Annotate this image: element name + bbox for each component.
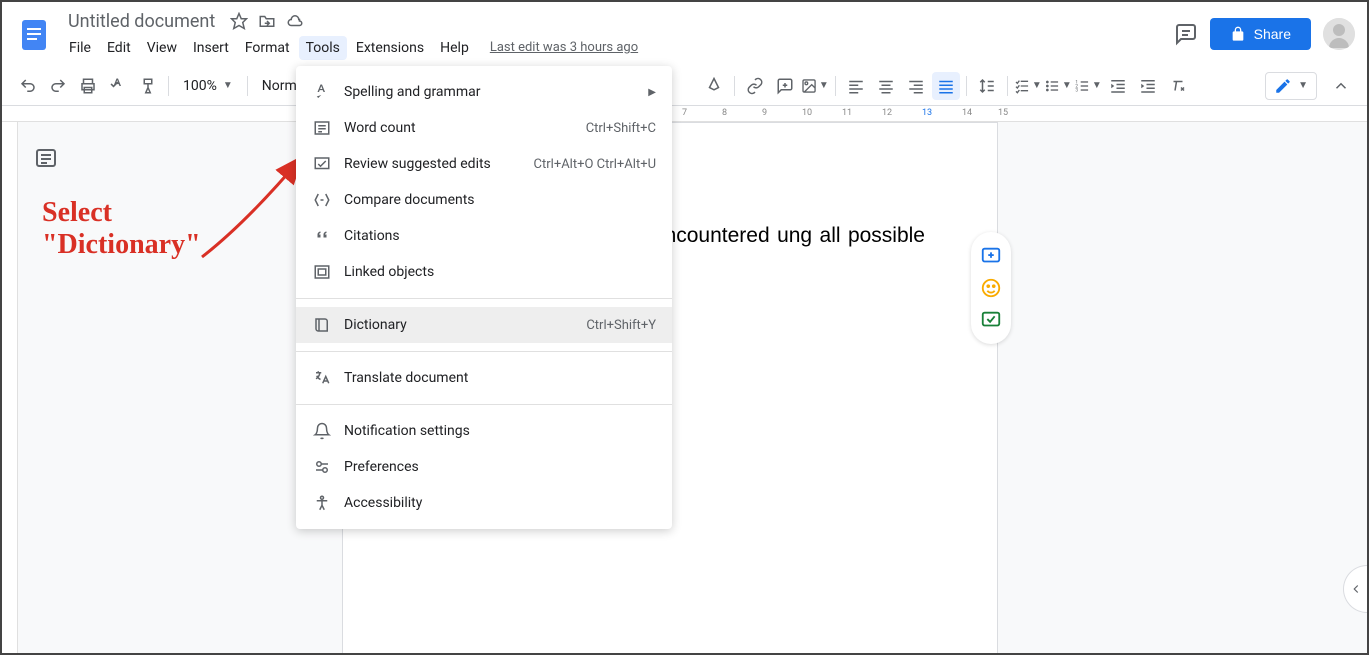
- add-comment-side-icon[interactable]: [979, 244, 1003, 268]
- menu-spelling-grammar[interactable]: Spelling and grammar ▶: [296, 74, 672, 110]
- menu-file[interactable]: File: [62, 36, 98, 60]
- side-actions-panel: [971, 232, 1011, 344]
- menu-dictionary[interactable]: Dictionary Ctrl+Shift+Y: [296, 307, 672, 343]
- menu-view[interactable]: View: [140, 36, 184, 60]
- separator: [168, 76, 169, 96]
- toolbar: 100%▼ Normal ▼ ▼ ▼ 123▼ ▼: [2, 66, 1367, 106]
- menu-divider: [296, 351, 672, 352]
- share-button[interactable]: Share: [1210, 18, 1311, 50]
- separator: [835, 76, 836, 96]
- menu-compare-docs[interactable]: Compare documents: [296, 182, 672, 218]
- separator: [966, 76, 967, 96]
- menu-insert[interactable]: Insert: [186, 36, 236, 60]
- align-right-icon[interactable]: [902, 72, 930, 100]
- align-center-icon[interactable]: [872, 72, 900, 100]
- outline-toggle-icon[interactable]: [34, 146, 62, 174]
- share-label: Share: [1254, 26, 1291, 42]
- bell-icon: [312, 421, 332, 441]
- spellcheck-icon: [312, 82, 332, 102]
- menu-citations[interactable]: Citations: [296, 218, 672, 254]
- menubar: File Edit View Insert Format Tools Exten…: [62, 36, 1174, 60]
- tools-dropdown-menu: Spelling and grammar ▶ Word count Ctrl+S…: [296, 66, 672, 529]
- menu-edit[interactable]: Edit: [100, 36, 138, 60]
- star-icon[interactable]: [229, 11, 249, 31]
- add-comment-icon[interactable]: [771, 72, 799, 100]
- emoji-reaction-icon[interactable]: [979, 276, 1003, 300]
- dictionary-icon: [312, 315, 332, 335]
- suggest-edit-icon[interactable]: [979, 308, 1003, 332]
- explore-tab-icon[interactable]: [1343, 565, 1367, 613]
- quote-icon: [312, 226, 332, 246]
- checklist-icon[interactable]: ▼: [1014, 72, 1042, 100]
- document-canvas: d manipulate every d he encountered ung …: [2, 122, 1367, 653]
- spellcheck-icon[interactable]: [104, 72, 132, 100]
- wordcount-icon: [312, 118, 332, 138]
- header-right: Share: [1174, 18, 1355, 50]
- menu-review-edits[interactable]: Review suggested edits Ctrl+Alt+O Ctrl+A…: [296, 146, 672, 182]
- review-icon: [312, 154, 332, 174]
- title-area: Untitled document File Edit View Insert …: [62, 9, 1174, 60]
- print-icon[interactable]: [74, 72, 102, 100]
- accessibility-icon: [312, 493, 332, 513]
- last-edit-link[interactable]: Last edit was 3 hours ago: [490, 40, 638, 55]
- menu-extensions[interactable]: Extensions: [349, 36, 431, 60]
- menu-accessibility[interactable]: Accessibility: [296, 485, 672, 521]
- submenu-arrow-icon: ▶: [648, 87, 656, 98]
- separator: [247, 76, 248, 96]
- bulleted-list-icon[interactable]: ▼: [1044, 72, 1072, 100]
- chevron-down-icon: ▼: [1298, 80, 1308, 91]
- paint-format-icon[interactable]: [134, 72, 162, 100]
- line-spacing-icon[interactable]: [973, 72, 1001, 100]
- undo-icon[interactable]: [14, 72, 42, 100]
- redo-icon[interactable]: [44, 72, 72, 100]
- menu-divider: [296, 404, 672, 405]
- separator: [1007, 76, 1008, 96]
- menu-help[interactable]: Help: [433, 36, 476, 60]
- increase-indent-icon[interactable]: [1134, 72, 1162, 100]
- highlight-color-icon[interactable]: [700, 72, 728, 100]
- menu-format[interactable]: Format: [238, 36, 297, 60]
- zoom-select[interactable]: 100%▼: [175, 74, 241, 98]
- horizontal-ruler[interactable]: 7 8 9 10 11 12 13 14 15: [2, 106, 1367, 122]
- comment-history-icon[interactable]: [1174, 22, 1198, 46]
- svg-text:3: 3: [1075, 87, 1078, 93]
- menu-tools[interactable]: Tools: [299, 36, 347, 60]
- insert-image-icon[interactable]: ▼: [801, 72, 829, 100]
- document-title[interactable]: Untitled document: [62, 9, 221, 34]
- linked-objects-icon: [312, 262, 332, 282]
- cloud-status-icon[interactable]: [285, 11, 305, 31]
- docs-logo-icon[interactable]: [14, 14, 54, 54]
- clear-formatting-icon[interactable]: [1164, 72, 1192, 100]
- hide-menus-icon[interactable]: [1327, 72, 1355, 100]
- decrease-indent-icon[interactable]: [1104, 72, 1132, 100]
- user-avatar[interactable]: [1323, 18, 1355, 50]
- insert-link-icon[interactable]: [741, 72, 769, 100]
- numbered-list-icon[interactable]: 123▼: [1074, 72, 1102, 100]
- move-icon[interactable]: [257, 11, 277, 31]
- menu-notification-settings[interactable]: Notification settings: [296, 413, 672, 449]
- app-header: Untitled document File Edit View Insert …: [2, 2, 1367, 66]
- preferences-icon: [312, 457, 332, 477]
- menu-divider: [296, 298, 672, 299]
- menu-linked-objects[interactable]: Linked objects: [296, 254, 672, 290]
- vertical-ruler[interactable]: [2, 122, 18, 653]
- menu-preferences[interactable]: Preferences: [296, 449, 672, 485]
- separator: [734, 76, 735, 96]
- menu-translate[interactable]: Translate document: [296, 360, 672, 396]
- align-justify-icon[interactable]: [932, 72, 960, 100]
- menu-word-count[interactable]: Word count Ctrl+Shift+C: [296, 110, 672, 146]
- translate-icon: [312, 368, 332, 388]
- compare-icon: [312, 190, 332, 210]
- editing-mode-button[interactable]: ▼: [1265, 72, 1317, 100]
- align-left-icon[interactable]: [842, 72, 870, 100]
